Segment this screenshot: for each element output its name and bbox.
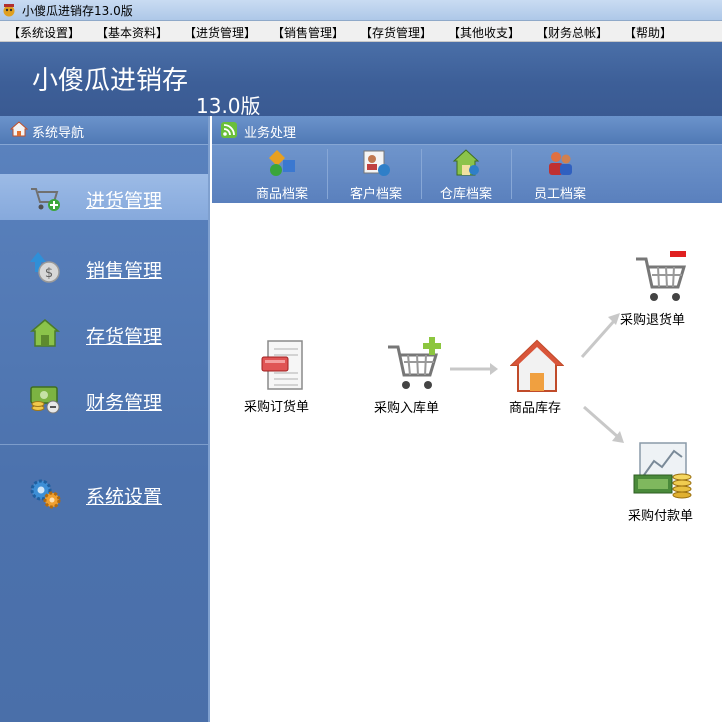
cart-return-icon <box>636 251 687 301</box>
money-up-icon: $ <box>30 252 60 283</box>
tool-label: 商品档案 <box>255 187 308 202</box>
sidebar: 系统导航 进货管理 $ 销售管理 存货管理 财务管理 系统设置 <box>0 116 210 722</box>
finance-icon <box>30 386 60 414</box>
menu-sales[interactable]: 【销售管理】 <box>272 24 344 41</box>
toolbar-separator <box>511 149 512 199</box>
arrow-right <box>450 363 498 375</box>
app-header: 小傻瓜进销存 13.0版 <box>0 42 722 118</box>
menu-system-settings[interactable]: 【系统设置】 <box>8 24 80 41</box>
rss-icon <box>221 122 237 138</box>
toolbar-separator <box>421 149 422 199</box>
tool-warehouse-archive[interactable]: 仓库档案 <box>426 145 506 203</box>
flow-goods-stock[interactable]: 商品库存 <box>500 333 576 416</box>
sidebar-header: 系统导航 <box>0 116 208 145</box>
cart-add-icon <box>31 188 60 211</box>
menu-other-income[interactable]: 【其他收支】 <box>448 24 520 41</box>
sidebar-item-label: 财务管理 <box>86 392 163 414</box>
toolbar: 商品档案 客户档案 仓库档案 员工档案 <box>212 145 722 203</box>
sidebar-item-inventory[interactable]: 存货管理 <box>0 310 208 356</box>
menu-basic-data[interactable]: 【基本资料】 <box>96 24 168 41</box>
gears-icon <box>30 479 61 509</box>
tool-customer-archive[interactable]: 客户档案 <box>336 145 416 203</box>
menu-bar: 【系统设置】 【基本资料】 【进货管理】 【销售管理】 【存货管理】 【其他收支… <box>0 21 722 42</box>
flow-label: 采购入库单 <box>374 401 440 416</box>
toolbar-separator <box>327 149 328 199</box>
warehouse-icon <box>452 149 480 176</box>
customer-icon <box>363 150 390 176</box>
app-name: 小傻瓜进销存 <box>32 66 189 96</box>
sidebar-item-label: 进货管理 <box>86 190 163 212</box>
sidebar-item-label: 销售管理 <box>86 260 163 282</box>
arrow-down-right <box>583 405 624 443</box>
sidebar-divider <box>0 444 208 445</box>
tool-staff-archive[interactable]: 员工档案 <box>518 145 602 203</box>
main-title: 业务处理 <box>244 126 297 141</box>
sidebar-item-system-settings[interactable]: 系统设置 <box>0 470 208 516</box>
sidebar-item-label: 存货管理 <box>86 326 163 348</box>
document-icon <box>261 340 303 390</box>
flow-purchase-payment[interactable]: 采购付款单 <box>622 439 708 524</box>
tool-label: 仓库档案 <box>439 187 492 202</box>
staff-icon <box>549 152 572 175</box>
home-icon <box>10 121 28 137</box>
app-version: 13.0版 <box>196 94 261 118</box>
window-title: 小傻瓜进销存13.0版 <box>22 4 133 18</box>
sidebar-item-sales[interactable]: $ 销售管理 <box>0 244 208 290</box>
flow-purchase-inbound[interactable]: 采购入库单 <box>372 331 456 416</box>
sidebar-title: 系统导航 <box>32 126 85 141</box>
tool-label: 员工档案 <box>533 187 586 202</box>
sidebar-item-purchase[interactable]: 进货管理 <box>0 174 208 220</box>
goods-icon <box>269 150 295 176</box>
menu-help[interactable]: 【帮助】 <box>624 24 672 41</box>
sidebar-item-finance[interactable]: 财务管理 <box>0 376 208 422</box>
flow-purchase-return[interactable]: 采购退货单 <box>618 247 704 329</box>
app-icon <box>3 4 15 17</box>
flow-label: 采购付款单 <box>628 509 694 524</box>
flow-label: 采购退货单 <box>620 313 686 328</box>
flow-purchase-order[interactable]: 采购订货单 <box>242 335 322 415</box>
cart-add-icon <box>388 337 441 389</box>
warehouse-icon <box>29 319 61 347</box>
title-bar: 小傻瓜进销存13.0版 <box>0 0 722 21</box>
menu-purchase[interactable]: 【进货管理】 <box>184 24 256 41</box>
sidebar-item-label: 系统设置 <box>86 486 163 508</box>
flow-label: 商品库存 <box>509 401 562 416</box>
menu-inventory[interactable]: 【存货管理】 <box>360 24 432 41</box>
svg-text:$: $ <box>45 266 53 281</box>
workspace: 采购订货单 采购入库单 商品库存 采购退货单 采购付款单 <box>212 203 722 722</box>
flow-label: 采购订货单 <box>244 400 310 415</box>
main-header: 业务处理 <box>212 116 722 145</box>
menu-finance-ledger[interactable]: 【财务总帐】 <box>536 24 608 41</box>
tool-label: 客户档案 <box>349 187 402 202</box>
payment-chart-icon <box>633 442 692 499</box>
tool-goods-archive[interactable]: 商品档案 <box>242 145 322 203</box>
house-icon <box>510 339 564 392</box>
